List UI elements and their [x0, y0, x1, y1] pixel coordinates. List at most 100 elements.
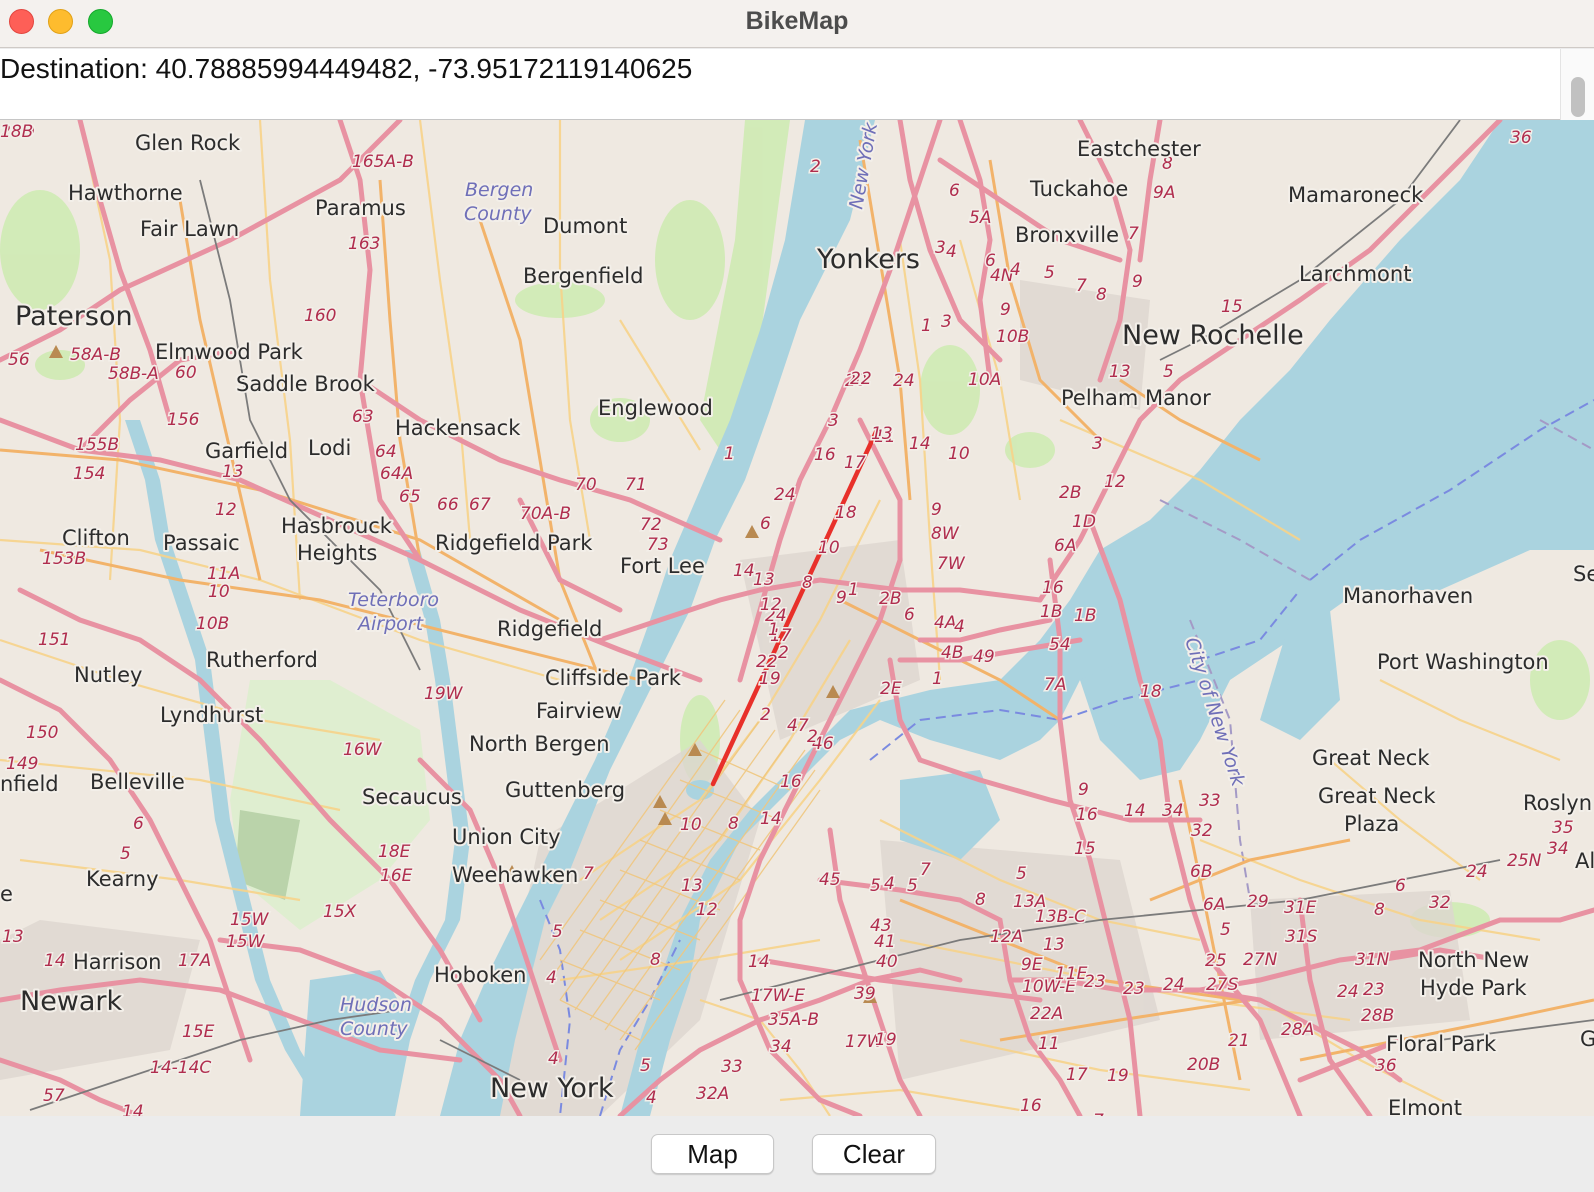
- road-shield-label: 13: [681, 876, 703, 896]
- place-label: Ridgefield: [497, 617, 602, 641]
- road-shield-label: 20B: [1187, 1055, 1220, 1075]
- road-shield-label: 16E: [380, 866, 413, 886]
- road-shield-label: 34: [770, 1037, 792, 1057]
- road-shield-label: 56: [8, 350, 30, 370]
- road-shield-label: 17A: [178, 951, 211, 971]
- road-shield-label: 6: [949, 181, 960, 201]
- road-shield-label: 9: [1078, 780, 1089, 800]
- road-shield-label: 151: [38, 630, 70, 650]
- road-shield-label: 6A: [1203, 895, 1225, 915]
- vertical-scrollbar[interactable]: [1560, 49, 1594, 120]
- place-label: Cliffside Park: [545, 666, 682, 690]
- road-shield-label: 4: [954, 617, 965, 637]
- road-shield-label: 4: [884, 874, 895, 894]
- road-shield-label: 36: [1375, 1056, 1397, 1076]
- road-shield-label: 35: [1552, 818, 1574, 838]
- place-label: Elmont: [1388, 1096, 1462, 1116]
- road-shield-label: 32: [1191, 821, 1213, 841]
- road-shield-label: 8: [802, 573, 813, 593]
- road-shield-label: 16W: [343, 740, 383, 760]
- area-label: County: [464, 203, 532, 225]
- road-shield-label: 23: [1084, 972, 1106, 992]
- place-label: Bronxville: [1015, 223, 1119, 247]
- road-shield-label: 19: [1107, 1066, 1129, 1086]
- road-shield-label: 12: [760, 595, 782, 615]
- road-shield-label: 15: [1074, 839, 1096, 859]
- road-shield-label: 18B: [0, 122, 33, 142]
- scrollbar-thumb[interactable]: [1571, 77, 1585, 117]
- road-shield-label: 67: [469, 495, 491, 515]
- road-shield-label: 64A: [380, 464, 413, 484]
- road-shield-label: 154: [73, 464, 105, 484]
- road-shield-label: 3: [941, 312, 952, 332]
- place-label: Kearny: [86, 867, 159, 891]
- road-shield-label: 4B: [941, 643, 963, 663]
- road-shield-label: 5: [1044, 263, 1055, 283]
- map-button[interactable]: Map: [651, 1134, 774, 1174]
- place-label: Clifton: [62, 526, 130, 550]
- road-shield-label: 34: [1547, 839, 1569, 859]
- road-shield-label: 24: [1466, 862, 1488, 882]
- road-shield-label: 72: [640, 515, 662, 535]
- road-shield-label: 16: [1042, 578, 1064, 598]
- road-shield-label: 2E: [880, 679, 902, 699]
- road-shield-label: 31N: [1355, 950, 1390, 970]
- clear-button[interactable]: Clear: [812, 1134, 936, 1174]
- road-shield-label: 149: [6, 754, 38, 774]
- road-shield-label: 160: [304, 306, 336, 326]
- road-shield-label: 28B: [1361, 1006, 1394, 1026]
- road-shield-label: 13B-C: [1035, 907, 1086, 927]
- road-shield-label: 8: [728, 814, 739, 834]
- area-label: County: [340, 1018, 408, 1040]
- place-label: Sea: [1573, 562, 1594, 586]
- road-shield-label: 23: [1123, 979, 1145, 999]
- place-label: Bergenfield: [523, 264, 643, 288]
- road-shield-label: 5: [552, 922, 563, 942]
- road-shield-label: 13: [871, 424, 893, 444]
- road-shield-label: 15W: [230, 910, 270, 930]
- place-label: Great Neck: [1312, 746, 1430, 770]
- place-label: e: [0, 882, 13, 906]
- road-shield-label: 31E: [1284, 898, 1317, 918]
- output-text-area[interactable]: Destination: 40.78885994449482, -73.9517…: [0, 49, 1594, 120]
- place-label: Paramus: [315, 196, 406, 220]
- place-label: Hasbrouck: [281, 514, 393, 538]
- road-shield-label: 27N: [1243, 950, 1278, 970]
- road-shield-label: 60: [175, 363, 197, 383]
- road-shield-label: 13: [1109, 362, 1131, 382]
- road-shield-label: 5: [870, 876, 881, 896]
- road-shield-label: 1B: [1040, 602, 1062, 622]
- road-shield-label: 57: [43, 1086, 65, 1106]
- road-shield-label: 9: [931, 500, 942, 520]
- road-shield-label: 15X: [323, 902, 357, 922]
- road-shield-label: 155B: [75, 435, 119, 455]
- road-shield-label: 19: [875, 1030, 897, 1050]
- road-shield-label: 24: [893, 371, 915, 391]
- road-shield-label: 11: [1038, 1034, 1060, 1054]
- road-shield-label: 14: [909, 434, 931, 454]
- place-label: Roslyn: [1523, 791, 1592, 815]
- road-shield-label: 21: [1228, 1031, 1250, 1051]
- road-shield-label: 65: [399, 487, 421, 507]
- road-shield-label: 9: [1132, 272, 1143, 292]
- place-label: Rutherford: [206, 648, 318, 672]
- place-label: Hyde Park: [1420, 976, 1527, 1000]
- place-label: New York: [490, 1073, 614, 1104]
- map-view[interactable]: 165A-B 163 160 58A-B 58B-A 60 56 156 155B 154 13 63…: [0, 120, 1594, 1116]
- road-shield-label: 1: [724, 444, 735, 464]
- road-shield-label: 9: [836, 588, 847, 608]
- road-shield-label: 3: [828, 411, 839, 431]
- road-shield-label: 5: [1163, 362, 1174, 382]
- road-shield-label: 64: [375, 442, 397, 462]
- road-shield-label: 163: [348, 234, 380, 254]
- road-shield-label: 25: [1205, 951, 1227, 971]
- place-label: Englewood: [598, 396, 713, 420]
- road-shield-label: 15: [1221, 297, 1243, 317]
- place-label: Larchmont: [1299, 262, 1411, 286]
- place-label: Passaic: [163, 531, 240, 555]
- road-shield-label: 8: [1374, 900, 1385, 920]
- road-shield-label: 2: [778, 643, 789, 663]
- map-canvas[interactable]: 165A-B16316058A-B58B-A 6056156155B154 1363…: [0, 120, 1594, 1116]
- road-shield-label: 49: [973, 647, 995, 667]
- road-shield-label: 22: [756, 652, 778, 672]
